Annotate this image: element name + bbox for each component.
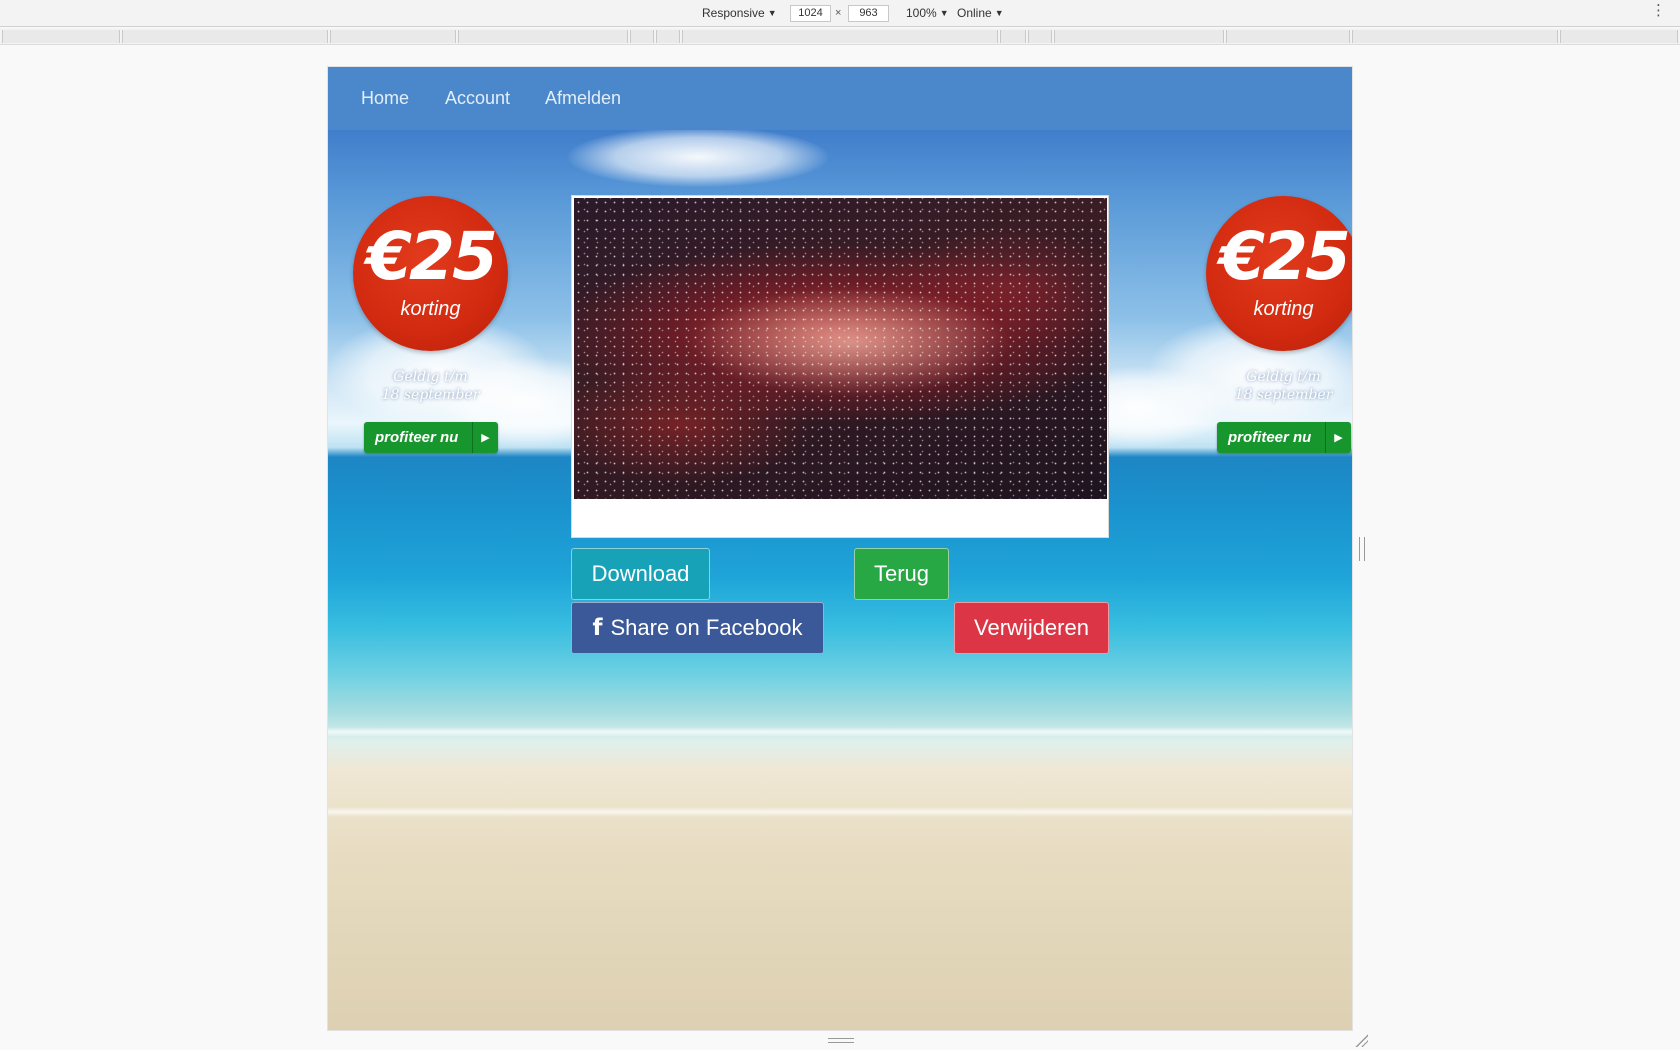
promo-validity-line: Geldig t/m [1246,369,1321,385]
dimension-separator: × [835,7,842,19]
zoom-select[interactable]: 100% ▼ [906,6,949,20]
background-cloud [568,127,828,187]
nav-home-link[interactable]: Home [361,88,409,109]
device-mode-select[interactable]: Responsive ▼ [702,6,777,20]
share-facebook-button[interactable]: f Share on Facebook [571,602,824,654]
height-input[interactable]: 963 [848,5,889,22]
discount-amount: €25 [366,218,498,295]
media-query-segment[interactable] [458,30,628,43]
nav-account-link[interactable]: Account [445,88,510,109]
media-query-segment[interactable] [656,30,680,43]
chevron-down-icon: ▼ [994,8,1004,18]
chevron-down-icon: ▼ [939,8,949,18]
navbar: Home Account Afmelden [328,67,1352,130]
media-query-segment[interactable] [1028,30,1052,43]
media-query-segment[interactable] [630,30,654,43]
promo-validity: Geldig t/m 18 september [1206,368,1352,404]
media-query-segment[interactable] [682,30,998,43]
kebab-menu-icon[interactable]: ⋮ [1651,3,1666,18]
play-arrow-icon: ▶ [1325,422,1351,453]
delete-button[interactable]: Verwijderen [954,602,1109,654]
media-query-segment[interactable] [1352,30,1558,43]
promo-cta-label: profiteer nu [1228,429,1312,446]
back-button-label: Terug [873,561,930,586]
chevron-down-icon: ▼ [767,8,777,18]
resize-handle-corner-icon[interactable] [1354,1033,1368,1047]
promo-validity-date: 18 september [1234,387,1333,403]
delete-button-label: Verwijderen [974,615,1089,640]
download-button[interactable]: Download [571,548,710,600]
media-query-segment[interactable] [1000,30,1026,43]
promo-cta-label: profiteer nu [375,429,459,446]
discount-label: korting [400,298,461,320]
discount-badge: €25 korting [353,196,508,351]
media-query-segment[interactable] [330,30,456,43]
shoreline [328,807,1352,817]
network-label: Online [957,6,992,20]
resize-handle-bottom[interactable] [828,1038,854,1043]
promo-validity-line: Geldig t/m [393,369,468,385]
download-button-label: Download [591,561,690,586]
media-query-segment[interactable] [1226,30,1350,43]
promo-ad-right[interactable]: €25 korting Geldig t/m 18 september prof… [1206,196,1352,466]
discount-badge: €25 korting [1206,196,1352,351]
page-viewport: Home Account Afmelden €25 korting Geldig… [328,67,1352,1030]
shoreline [328,727,1352,737]
facebook-icon: f [592,615,603,641]
image-card [571,195,1109,538]
back-button[interactable]: Terug [854,548,949,600]
nav-logout-link[interactable]: Afmelden [545,88,621,109]
promo-cta-button[interactable]: profiteer nu ▶ [364,422,498,453]
media-query-bar [0,28,1680,45]
promo-validity: Geldig t/m 18 september [353,368,508,404]
discount-amount: €25 [1219,218,1351,295]
width-input[interactable]: 1024 [790,5,831,22]
discount-label: korting [1253,298,1314,320]
media-query-segment[interactable] [1054,30,1224,43]
media-query-segment[interactable] [122,30,328,43]
promo-ad-left[interactable]: €25 korting Geldig t/m 18 september prof… [353,196,513,466]
device-toolbar: Responsive ▼ 1024 × 963 100% ▼ Online ▼ … [0,0,1680,27]
zoom-label: 100% [906,6,937,20]
resize-handle-right[interactable] [1359,537,1365,561]
media-query-segment[interactable] [2,30,120,43]
galaxy-photo [574,198,1107,499]
share-facebook-label: Share on Facebook [610,615,803,640]
network-throttle-select[interactable]: Online ▼ [957,6,1004,20]
device-mode-label: Responsive [702,6,765,20]
play-arrow-icon: ▶ [472,422,498,453]
media-query-segment[interactable] [1560,30,1678,43]
promo-cta-button[interactable]: profiteer nu ▶ [1217,422,1351,453]
promo-validity-date: 18 september [381,387,480,403]
